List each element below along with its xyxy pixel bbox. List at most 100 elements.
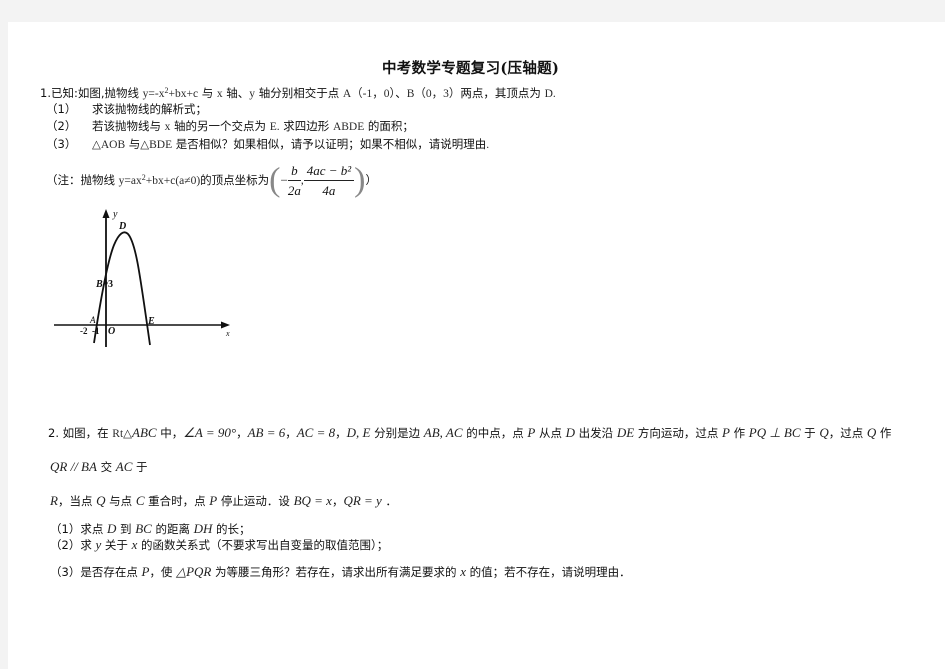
intro-text: 1.已知:如图,抛物线 xyxy=(40,86,143,100)
math-expression: AB = 6 xyxy=(247,425,286,440)
text-run: ， xyxy=(236,426,248,440)
math-expression: DH xyxy=(193,521,213,536)
text-run: 分别是边 xyxy=(370,426,424,440)
text-run: 从点 xyxy=(535,426,566,440)
x-axis-label: x xyxy=(225,329,230,338)
label-a: A xyxy=(89,315,96,325)
denominator: 4a xyxy=(322,182,336,198)
y-axis-label: y xyxy=(112,209,118,220)
label-neg2: -2 xyxy=(80,326,88,336)
intro-text: 、 xyxy=(395,86,407,100)
text-run: 的函数关系式（不要求写出自变量的取值范围）； xyxy=(137,538,389,552)
intro-text: 轴、 xyxy=(222,86,250,100)
math-expression: BC xyxy=(135,521,152,536)
math-expression: BQ = x xyxy=(293,493,332,508)
question-text: 是否相似？如果相似，请予以证明；如果不相似，请说明理由 xyxy=(172,137,487,151)
text-run: 于 xyxy=(800,426,820,440)
question-text: 的面积； xyxy=(364,119,414,133)
math-var: △BDE xyxy=(140,139,173,151)
problem1-intro: 1.已知:如图,抛物线 y=-x2+bx+c 与 x 轴、y 轴分别相交于点 A… xyxy=(40,86,556,101)
text-run: 作 xyxy=(729,426,749,440)
text-run: 为等腰三角形？若存在，请求出所有满足要求的 xyxy=(211,565,461,579)
problem1-question-3: （3） △AOB 与△BDE 是否相似？如果相似，请予以证明；如果不相似，请说明理… xyxy=(46,137,489,152)
text-run: 的中点，点 xyxy=(462,426,528,440)
vertex-x-fraction: b 2a xyxy=(287,163,301,198)
math-var: . xyxy=(486,139,490,151)
math-expression: Q xyxy=(96,493,106,508)
numerator: b xyxy=(287,163,301,181)
problem1-question-1: （1） 求该抛物线的解析式； xyxy=(46,102,207,116)
text-run: 到 xyxy=(116,522,136,536)
point-a: A（-1，0） xyxy=(342,88,396,100)
note-text: （注：抛物线 xyxy=(46,173,119,187)
math-expression: DE xyxy=(616,425,635,440)
question-text: 轴的另一个交点为 xyxy=(170,119,270,133)
eq-rest: +bx+c xyxy=(168,88,199,100)
math-expression: R xyxy=(50,493,58,508)
question-number: （2） xyxy=(46,119,77,133)
math-var: △AOB xyxy=(92,139,126,151)
text-run: 与点 xyxy=(105,494,136,508)
math-expression: QR = y xyxy=(343,493,382,508)
label-e: E xyxy=(147,316,155,327)
math-var: ABDE xyxy=(332,121,365,133)
math-expression: D, E xyxy=(346,425,371,440)
label-neg1: -1 xyxy=(92,326,100,336)
parabola-equation: y=-x2+bx+c xyxy=(142,87,199,101)
text-run: 关于 xyxy=(101,538,132,552)
question-number: （1） xyxy=(46,102,77,116)
math-expression: △PQR xyxy=(176,564,212,579)
eq-main: y=-x xyxy=(142,88,165,100)
y-axis-arrow-icon xyxy=(102,209,110,218)
denominator: 2a xyxy=(287,182,301,198)
text-run: ． xyxy=(381,494,397,508)
text-run: （3）是否存在点 xyxy=(50,565,142,579)
label-o: O xyxy=(108,326,115,337)
text-run: ， xyxy=(331,494,344,508)
text-run: ，使 xyxy=(149,565,177,579)
problem2-question-3: （3）是否存在点 P，使 △PQR 为等腰三角形？若存在，请求出所有满足要求的 … xyxy=(50,564,631,580)
math-expression: P xyxy=(721,425,730,440)
text-run: 作 xyxy=(876,426,892,440)
text-run: 交 xyxy=(96,460,116,474)
math-expression: AC xyxy=(115,459,133,474)
math-expression: Q xyxy=(866,425,877,440)
intro-text: 轴分别相交于点 xyxy=(255,86,343,100)
text-run: ， xyxy=(285,426,297,440)
label-3: 3 xyxy=(108,279,113,290)
note-text: 的顶点坐标为 xyxy=(200,173,270,187)
text-run: 出发沿 xyxy=(575,426,617,440)
numerator: 4ac − b² xyxy=(303,163,355,181)
text-run: 的值；若不存在，请说明理由． xyxy=(465,565,631,579)
math-expression: PQ ⊥ BC xyxy=(748,425,801,440)
intro-text: 两点，其顶点为 xyxy=(460,86,545,100)
problem2-line-2: QR // BA 交 AC 于 xyxy=(50,459,148,475)
text-run: 2. 如图，在 xyxy=(48,426,113,440)
point-b: B（0，3） xyxy=(406,88,461,100)
question-number: （3） xyxy=(46,137,77,151)
text-run: 重合时，点 xyxy=(144,494,210,508)
general-parabola-equation: y=ax2+bx+c(a≠0) xyxy=(119,174,201,188)
math-expression: AC = 8 xyxy=(296,425,336,440)
math-var: E. xyxy=(269,121,280,133)
text-run: 于 xyxy=(132,460,148,474)
math-expression: AB, AC xyxy=(423,425,463,440)
text-run: 方向运动，过点 xyxy=(634,426,722,440)
label-d: D xyxy=(118,221,126,232)
right-paren: ) xyxy=(354,161,366,199)
text-run: （2）求 xyxy=(50,538,96,552)
eq-rest: +bx+c(a≠0) xyxy=(145,175,201,187)
vertex-d: D. xyxy=(544,88,556,100)
math-expression: D xyxy=(106,521,117,536)
text-run: ，当点 xyxy=(57,494,97,508)
question-text: 与 xyxy=(125,137,141,151)
problem2-question-2: （2）求 y 关于 x 的函数关系式（不要求写出自变量的取值范围）； xyxy=(50,538,389,553)
x-axis-arrow-icon xyxy=(221,321,230,329)
math-expression: Rt△ xyxy=(112,428,133,440)
text-run: 停止运动．设 xyxy=(217,494,294,508)
math-expression: ABC xyxy=(132,425,157,440)
text-run: 中， xyxy=(156,426,184,440)
vertex-y-fraction: 4ac − b² 4a xyxy=(303,163,355,198)
math-expression: QR // BA xyxy=(50,459,97,474)
question-text: 求四边形 xyxy=(279,119,333,133)
